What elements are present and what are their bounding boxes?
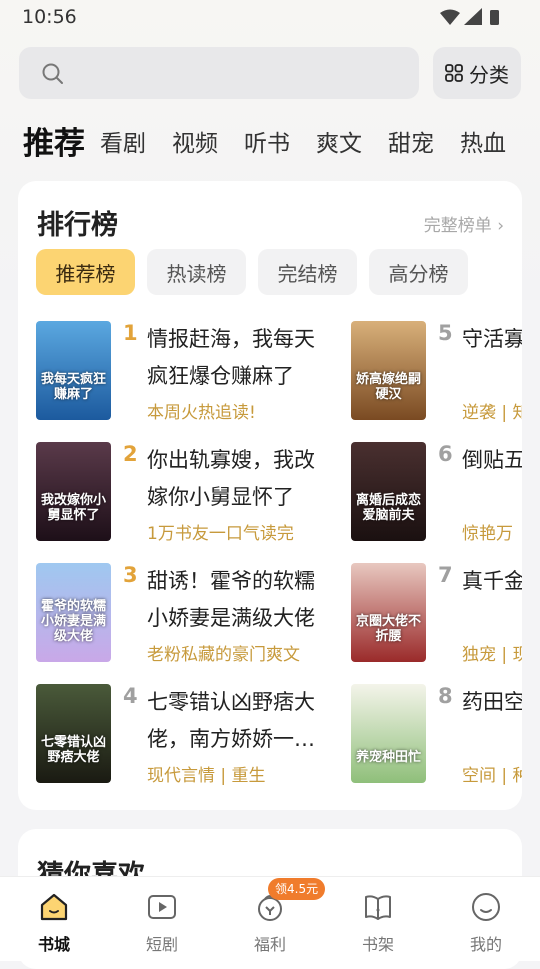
battery-icon (490, 10, 499, 25)
nav-label: 书城 (37, 935, 70, 954)
book-title: 真千金京圈大 (462, 569, 522, 593)
nav-short-drama[interactable]: 短剧 (108, 877, 216, 961)
book-item[interactable]: 霍爷的软糯小娇妻是满级大佬 3 甜诱！霍爷的软糯小娇妻是满级大佬老粉私藏的豪门爽文 (36, 563, 356, 665)
book-item[interactable]: 京圈大佬不折腰 7 真千金京圈大独宠 | 现 (351, 563, 522, 665)
book-item[interactable]: 娇高嫁绝嗣硬汉 5 守活寡绝嗣首逆袭 | 知 (351, 321, 522, 423)
category-label: 分类 (469, 62, 509, 87)
wifi-icon (440, 9, 460, 25)
tab-audiobook[interactable]: 听书 (244, 124, 290, 158)
rank-number: 2 (123, 442, 138, 466)
welfare-badge: 领4.5元 (268, 878, 326, 900)
rank-number: 6 (438, 442, 453, 466)
book-title: 情报赶海，我每天疯狂爆仓赚麻了 (147, 327, 315, 388)
nav-profile[interactable]: 我的 (432, 877, 540, 961)
book-item[interactable]: 七零错认凶野痞大佬 4 七零错认凶野痞大佬，南方娇娇一… 现代言情 | 重生 (36, 684, 356, 786)
cover-text: 我改嫁你小舅显怀了 (40, 493, 106, 523)
tab-recommend[interactable]: 推荐 (23, 118, 85, 163)
book-cover[interactable]: 七零错认凶野痞大佬 (36, 684, 111, 783)
book-item[interactable]: 我改嫁你小舅显怀了 2 你出轨寡嫂，我改嫁你小舅显怀了 1万书友一口气读完 (36, 442, 356, 544)
tab-drama[interactable]: 看剧 (100, 124, 146, 158)
cover-text: 养宠种田忙 (355, 750, 421, 765)
home-icon (40, 893, 68, 921)
book-cover[interactable]: 我每天疯狂赚麻了 (36, 321, 111, 420)
book-item[interactable]: 离婚后成恋爱脑前夫 6 倒贴五前夫成惊艳万 (351, 442, 522, 544)
cover-text: 京圈大佬不折腰 (355, 614, 421, 644)
grid-icon (445, 64, 463, 82)
ranking-title: 排行榜 (37, 210, 118, 241)
full-ranking-link[interactable]: 完整榜单 › (424, 211, 504, 236)
book-cover[interactable]: 养宠种田忙 (351, 684, 426, 783)
nav-bookstore[interactable]: 书城 (0, 877, 108, 961)
book-title: 你出轨寡嫂，我改嫁你小舅显怀了 (147, 448, 315, 509)
status-time: 10:56 (22, 6, 77, 28)
full-ranking-label: 完整榜单 (423, 216, 492, 236)
book-tag: 逆袭 | 知 (462, 403, 522, 423)
book-tag: 老粉私藏的豪门爽文 (147, 645, 300, 665)
search-bar[interactable] (19, 47, 419, 99)
cover-text: 我每天疯狂赚麻了 (40, 372, 106, 402)
category-button[interactable]: 分类 (433, 47, 521, 99)
rank-number: 4 (123, 684, 138, 708)
book-icon (365, 895, 391, 920)
smile-icon (472, 893, 500, 921)
book-title: 药田空我种田 (462, 690, 522, 714)
rank-number: 7 (438, 563, 453, 587)
signal-icon (464, 8, 482, 25)
book-title: 甜诱！霍爷的软糯小娇妻是满级大佬 (147, 569, 315, 630)
tab-video[interactable]: 视频 (172, 124, 218, 158)
play-icon (148, 895, 176, 919)
book-cover[interactable]: 霍爷的软糯小娇妻是满级大佬 (36, 563, 111, 662)
ranking-card: 排行榜 完整榜单 › 推荐榜 热读榜 完结榜 高分榜 我每天疯狂赚麻了 1 情报赶海… (18, 181, 522, 810)
book-item[interactable]: 养宠种田忙 8 药田空我种田空间 | 种 (351, 684, 522, 786)
search-icon (42, 63, 63, 84)
book-title: 倒贴五前夫成 (462, 448, 522, 472)
tab-passion[interactable]: 热血 (460, 124, 506, 158)
chevron-right-icon: › (497, 216, 504, 236)
pill-hot-reading[interactable]: 热读榜 (147, 249, 246, 295)
book-tag: 本周火热追读! (147, 403, 256, 423)
book-tag: 空间 | 种 (462, 766, 522, 786)
nav-label: 短剧 (145, 935, 178, 954)
book-cover[interactable]: 离婚后成恋爱脑前夫 (351, 442, 426, 541)
nav-label: 书架 (361, 935, 394, 954)
channel-tabs: 推荐 看剧 视频 听书 爽文 甜宠 热血 (0, 116, 540, 166)
nav-bookshelf[interactable]: 书架 (324, 877, 432, 961)
book-cover[interactable]: 我改嫁你小舅显怀了 (36, 442, 111, 541)
cover-text: 七零错认凶野痞大佬 (40, 735, 106, 765)
tab-sweet-romance[interactable]: 甜宠 (388, 124, 434, 158)
status-icons (440, 8, 499, 25)
pill-recommend[interactable]: 推荐榜 (36, 249, 135, 295)
cover-text: 霍爷的软糯小娇妻是满级大佬 (40, 599, 106, 644)
rank-number: 1 (123, 321, 138, 345)
book-tag: 1万书友一口气读完 (147, 524, 294, 544)
tab-cool-fiction[interactable]: 爽文 (316, 124, 362, 158)
cover-text: 娇高嫁绝嗣硬汉 (355, 372, 421, 402)
pill-high-score[interactable]: 高分榜 (369, 249, 468, 295)
book-tag: 独宠 | 现 (462, 645, 522, 665)
book-tag: 现代言情 | 重生 (147, 766, 266, 786)
book-title: 守活寡绝嗣首 (462, 327, 522, 351)
rank-number: 8 (438, 684, 453, 708)
status-bar: 10:56 (0, 0, 540, 34)
pill-completed[interactable]: 完结榜 (258, 249, 357, 295)
book-cover[interactable]: 娇高嫁绝嗣硬汉 (351, 321, 426, 420)
book-title: 七零错认凶野痞大佬，南方娇娇一… (147, 690, 315, 751)
rank-number: 5 (438, 321, 453, 345)
nav-label: 我的 (469, 935, 502, 954)
book-item[interactable]: 我每天疯狂赚麻了 1 情报赶海，我每天疯狂爆仓赚麻了本周火热追读! (36, 321, 356, 423)
book-tag: 惊艳万 (462, 524, 513, 544)
cover-text: 离婚后成恋爱脑前夫 (355, 493, 421, 523)
nav-label: 福利 (253, 935, 286, 954)
rank-number: 3 (123, 563, 138, 587)
book-cover[interactable]: 京圈大佬不折腰 (351, 563, 426, 662)
